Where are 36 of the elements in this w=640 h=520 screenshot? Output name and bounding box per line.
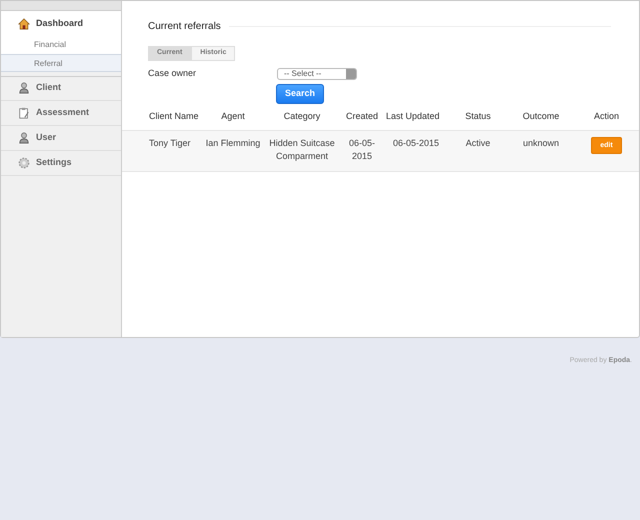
table-cell: 06-05-2015	[340, 130, 384, 171]
column-header: Category	[264, 110, 340, 130]
column-header: Created	[340, 110, 384, 130]
sidebar-item[interactable]: Assessment	[1, 101, 121, 126]
table-cell: unknown	[508, 130, 574, 171]
sidebar-label: Settings	[36, 156, 72, 170]
sidebar-subitem[interactable]: Referral	[1, 54, 121, 72]
table-cell: 06-05-2015	[384, 130, 448, 171]
case-owner-label: Case owner	[148, 67, 198, 80]
table-cell: Tony Tiger	[122, 130, 202, 171]
person-icon	[18, 82, 30, 94]
table-cell: Ian Flemming	[202, 130, 264, 171]
sidebar-item[interactable]: Client	[1, 76, 121, 101]
column-header: Agent	[202, 110, 264, 130]
sidebar-label: Dashboard	[36, 16, 84, 30]
sidebar-item[interactable]: User	[1, 126, 121, 151]
sidebar-label: Client	[36, 81, 62, 94]
search-button[interactable]: Search	[276, 84, 324, 104]
table-cell: Hidden Suitcase Comparment	[264, 130, 340, 171]
sidebar-label: Assessment	[36, 106, 90, 120]
clipboard-icon	[18, 107, 30, 119]
sidebar-label: User	[36, 131, 56, 144]
column-header: Action	[574, 110, 639, 130]
gear-icon	[18, 157, 30, 169]
person-icon	[18, 132, 30, 144]
sidebar-item[interactable]: Settings	[1, 151, 121, 176]
column-header: Last Updated	[384, 110, 448, 130]
section-title: Current referrals	[148, 20, 221, 34]
sidebar-subitem[interactable]: Financial	[1, 36, 121, 54]
column-header: Status	[448, 110, 508, 130]
sidebar-item[interactable]: Dashboard	[1, 11, 121, 36]
column-header: Outcome	[508, 110, 574, 130]
table-cell: Active	[448, 130, 508, 171]
column-header: Client Name	[122, 110, 202, 130]
case-owner-select[interactable]: -- Select --	[277, 68, 357, 80]
house-icon	[18, 18, 30, 30]
